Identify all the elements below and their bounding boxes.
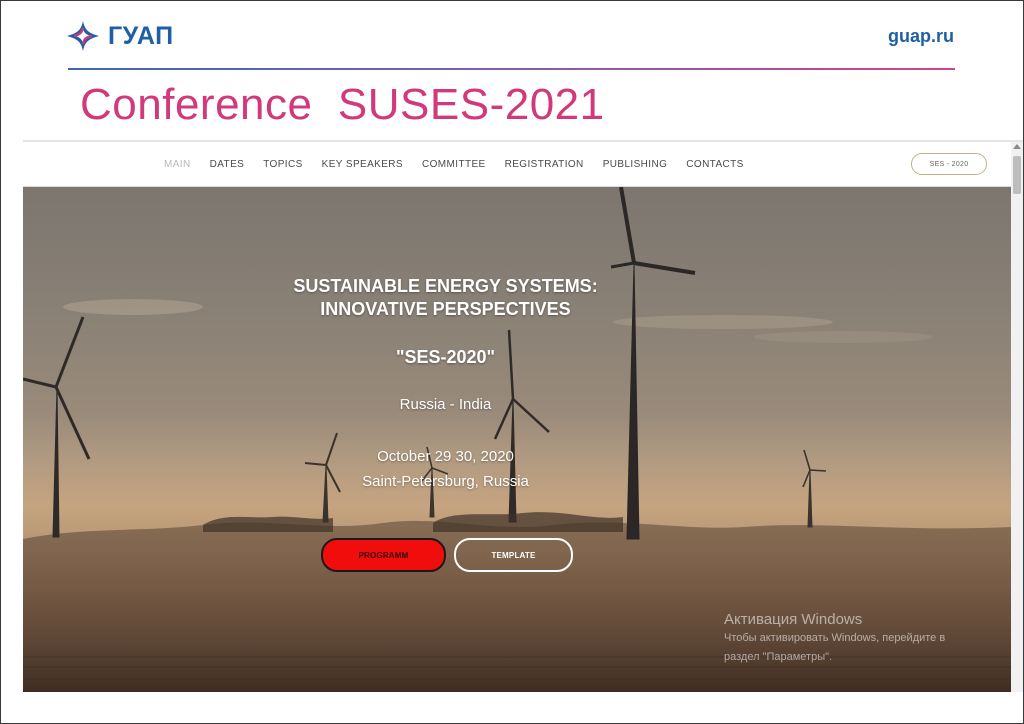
- nav-item-contacts[interactable]: CONTACTS: [686, 159, 743, 170]
- logo-text: ГУАП: [108, 21, 174, 50]
- slide-header: ГУАП guap.ru Conference SUSES-2021: [0, 0, 1024, 140]
- template-button[interactable]: TEMPLATE: [454, 538, 573, 572]
- nav-item-topics[interactable]: TOPICS: [263, 159, 302, 170]
- vertical-scrollbar[interactable]: [1011, 142, 1023, 692]
- conference-countries: Russia - India: [399, 396, 492, 413]
- conference-code: "SES-2020": [395, 347, 496, 367]
- nav-item-publishing[interactable]: PUBLISHING: [603, 159, 668, 170]
- hero-banner: SUSTAINABLE ENERGY SYSTEMS: INNOVATIVE P…: [23, 187, 1011, 692]
- nav-item-committee[interactable]: COMMITTEE: [422, 159, 486, 170]
- website-screenshot: MAIN DATES TOPICS KEY SPEAKERS COMMITTEE…: [23, 140, 1023, 692]
- nav-item-registration[interactable]: REGISTRATION: [505, 159, 584, 170]
- conference-date: October 29 30, 2020: [377, 448, 514, 465]
- nav-menu: MAIN DATES TOPICS KEY SPEAKERS COMMITTEE…: [164, 142, 744, 186]
- hero-title: SUSTAINABLE ENERGY SYSTEMS: INNOVATIVE P…: [223, 275, 668, 321]
- nav-item-key-speakers[interactable]: KEY SPEAKERS: [322, 159, 403, 170]
- scroll-up-arrow-icon[interactable]: [1013, 144, 1021, 149]
- hero-title-line-2: INNOVATIVE PERSPECTIVES: [320, 299, 571, 319]
- windows-activation-watermark: Активация Windows Чтобы активировать Win…: [724, 611, 1004, 666]
- program-button[interactable]: PROGRAMM: [321, 538, 446, 572]
- guap-star-icon: [67, 21, 99, 51]
- site-navbar: MAIN DATES TOPICS KEY SPEAKERS COMMITTEE…: [23, 142, 1011, 187]
- nav-item-main[interactable]: MAIN: [164, 159, 191, 170]
- slide-title: Conference SUSES-2021: [80, 80, 605, 129]
- header-divider: [68, 68, 955, 70]
- conference-badge-button[interactable]: SES - 2020: [911, 153, 987, 175]
- site-link[interactable]: guap.ru: [888, 26, 954, 47]
- scrollbar-thumb[interactable]: [1013, 156, 1021, 194]
- watermark-line-2: раздел "Параметры".: [724, 651, 833, 663]
- conference-place: Saint-Petersburg, Russia: [362, 473, 529, 490]
- watermark-line-1: Чтобы активировать Windows, перейдите в: [724, 632, 946, 644]
- hero-title-line-1: SUSTAINABLE ENERGY SYSTEMS:: [293, 276, 598, 296]
- guap-logo: ГУАП: [66, 20, 174, 52]
- nav-item-dates[interactable]: DATES: [210, 159, 245, 170]
- watermark-title: Активация Windows: [724, 611, 863, 628]
